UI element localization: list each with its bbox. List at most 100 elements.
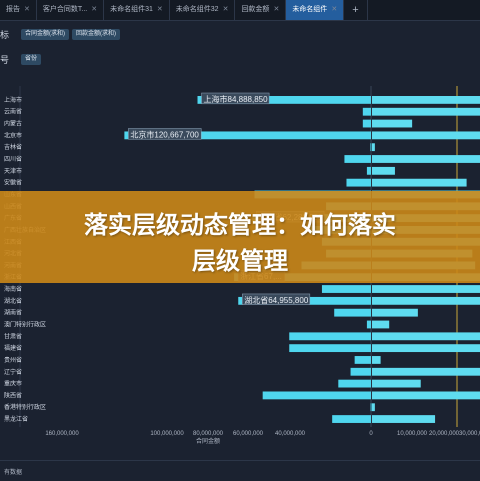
contract-amount-bar (321, 285, 371, 293)
title-banner: 落实层级动态管理：如何落实 层级管理 (0, 191, 480, 283)
footer-text: 有数据 (4, 470, 23, 476)
payment-amount-bar (372, 166, 395, 175)
category-label: 北京市 (4, 131, 22, 139)
contract-amount-bar (366, 166, 371, 175)
contract-amount-bar (344, 155, 371, 163)
field-pill-contract-amount[interactable]: 合同金额(求和) (21, 29, 69, 40)
tab-label: 客户合同数T... (42, 6, 88, 13)
payment-amount-bar (372, 391, 480, 400)
contract-amount-bar (289, 332, 371, 341)
payment-amount-bar (372, 296, 480, 305)
category-label: 黑龙江省 (4, 415, 28, 423)
contract-amount-bar (350, 367, 371, 376)
category-label: 澳门特别行政区 (4, 320, 46, 328)
category-label: 上海市 (4, 96, 22, 104)
category-label: 陕西省 (4, 391, 22, 399)
contract-amount-bar (262, 391, 371, 400)
tab-3[interactable]: 未命名组件32 ✕ (170, 0, 236, 20)
contract-amount-bar (370, 143, 372, 152)
tab-label: 未命名组件 (292, 6, 328, 13)
footer-bar: 有数据 (0, 460, 480, 481)
tab-0[interactable]: 报告 ✕ (0, 0, 37, 20)
tab-label: 未命名组件32 (175, 6, 219, 13)
data-label: 湖北省64,955,800 (244, 295, 309, 305)
contract-amount-bar (370, 403, 372, 412)
category-label: 湖南省 (4, 309, 22, 317)
x-tick-label: 60,000,000 (233, 431, 264, 437)
category-label: 云南省 (4, 108, 22, 116)
payment-amount-bar (372, 107, 480, 116)
payment-amount-bar (372, 131, 480, 140)
close-icon[interactable]: ✕ (331, 6, 337, 13)
category-label: 福建省 (4, 344, 22, 352)
payment-amount-bar (372, 415, 436, 423)
x-tick-label: 10,000,000 (397, 431, 428, 437)
category-label: 辽宁省 (4, 368, 22, 376)
tab-label: 报告 (6, 6, 20, 13)
contract-amount-bar (332, 415, 371, 423)
payment-amount-bar (372, 285, 480, 293)
contract-amount-bar (346, 178, 371, 187)
tab-label: 回款金额 (241, 6, 270, 13)
data-label: 北京市120,667,700 (130, 129, 199, 139)
banner-title-line1: 落实层级动态管理：如何落实 (84, 211, 396, 239)
value-field-row: 标 合同金额(求和) 回款金额(求和) (0, 28, 480, 42)
payment-amount-bar (372, 367, 480, 376)
payment-amount-bar (372, 119, 413, 128)
contract-amount-bar (334, 308, 371, 317)
contract-amount-bar (362, 119, 371, 128)
tab-bar: 报告 ✕ 客户合同数T... ✕ 未命名组件31 ✕ 未命名组件32 ✕ 回款金额 ✕ 未命名组件 ✕… (0, 0, 480, 21)
dimension-field-row: 号 省份 (0, 53, 480, 67)
x-tick-label: 80,000,000 (193, 431, 224, 437)
payment-amount-bar (372, 379, 421, 388)
data-label: 上海市84,888,850 (204, 94, 269, 104)
payment-amount-bar (372, 356, 381, 364)
category-label: 安徽省 (4, 179, 22, 187)
payment-amount-bar (372, 332, 480, 341)
payment-amount-bar (372, 178, 467, 187)
category-label: 天津市 (4, 167, 22, 175)
x-axis-title: 合同金额 (196, 437, 220, 445)
category-label: 湖北省 (4, 297, 22, 305)
payment-amount-bar (372, 320, 390, 329)
tab-2[interactable]: 未命名组件31 ✕ (104, 0, 170, 20)
close-icon[interactable]: ✕ (273, 6, 279, 13)
category-label: 四川省 (4, 155, 22, 163)
contract-amount-bar (289, 344, 371, 353)
category-label: 香港特别行政区 (4, 403, 46, 411)
tab-1[interactable]: 客户合同数T... ✕ (37, 0, 105, 20)
tab-4[interactable]: 回款金额 ✕ (235, 0, 287, 20)
payment-amount-bar (372, 155, 480, 163)
contract-amount-bar (362, 107, 371, 116)
contract-amount-bar (338, 379, 371, 388)
payment-amount-bar (372, 308, 418, 317)
close-icon[interactable]: ✕ (24, 6, 30, 13)
contract-amount-bar (354, 356, 371, 364)
close-icon[interactable]: ✕ (157, 6, 163, 13)
payment-amount-bar (372, 403, 375, 412)
x-tick-label: 20,000,000 (429, 431, 460, 437)
category-label: 内蒙古 (4, 120, 22, 128)
add-tab-button[interactable]: + (344, 0, 368, 20)
category-label: 贵州省 (4, 356, 22, 364)
x-tick-label: 160,000,000 (45, 431, 79, 437)
tab-5[interactable]: 未命名组件 ✕ (286, 0, 345, 20)
value-row-label: 标 (0, 30, 10, 40)
x-tick-label: 40,000,000 (275, 431, 306, 437)
category-label: 重庆市 (4, 380, 22, 388)
contract-amount-bar (366, 320, 371, 329)
category-label: 甘肃省 (4, 332, 22, 340)
x-tick-label: 0 (369, 431, 373, 437)
close-icon[interactable]: ✕ (91, 6, 97, 13)
x-tick-label: 100,000,000 (150, 431, 184, 437)
tab-label: 未命名组件31 (110, 6, 153, 13)
close-icon[interactable]: ✕ (223, 6, 229, 13)
banner-title-line2: 层级管理 (192, 247, 288, 275)
dimension-row-label: 号 (0, 55, 10, 65)
field-pill-province[interactable]: 省份 (21, 54, 42, 65)
payment-amount-bar (372, 344, 480, 353)
payment-amount-bar (372, 96, 480, 104)
field-pill-payment-amount[interactable]: 回款金额(求和) (72, 29, 120, 40)
payment-amount-bar (372, 143, 375, 152)
category-label: 吉林省 (4, 143, 22, 151)
